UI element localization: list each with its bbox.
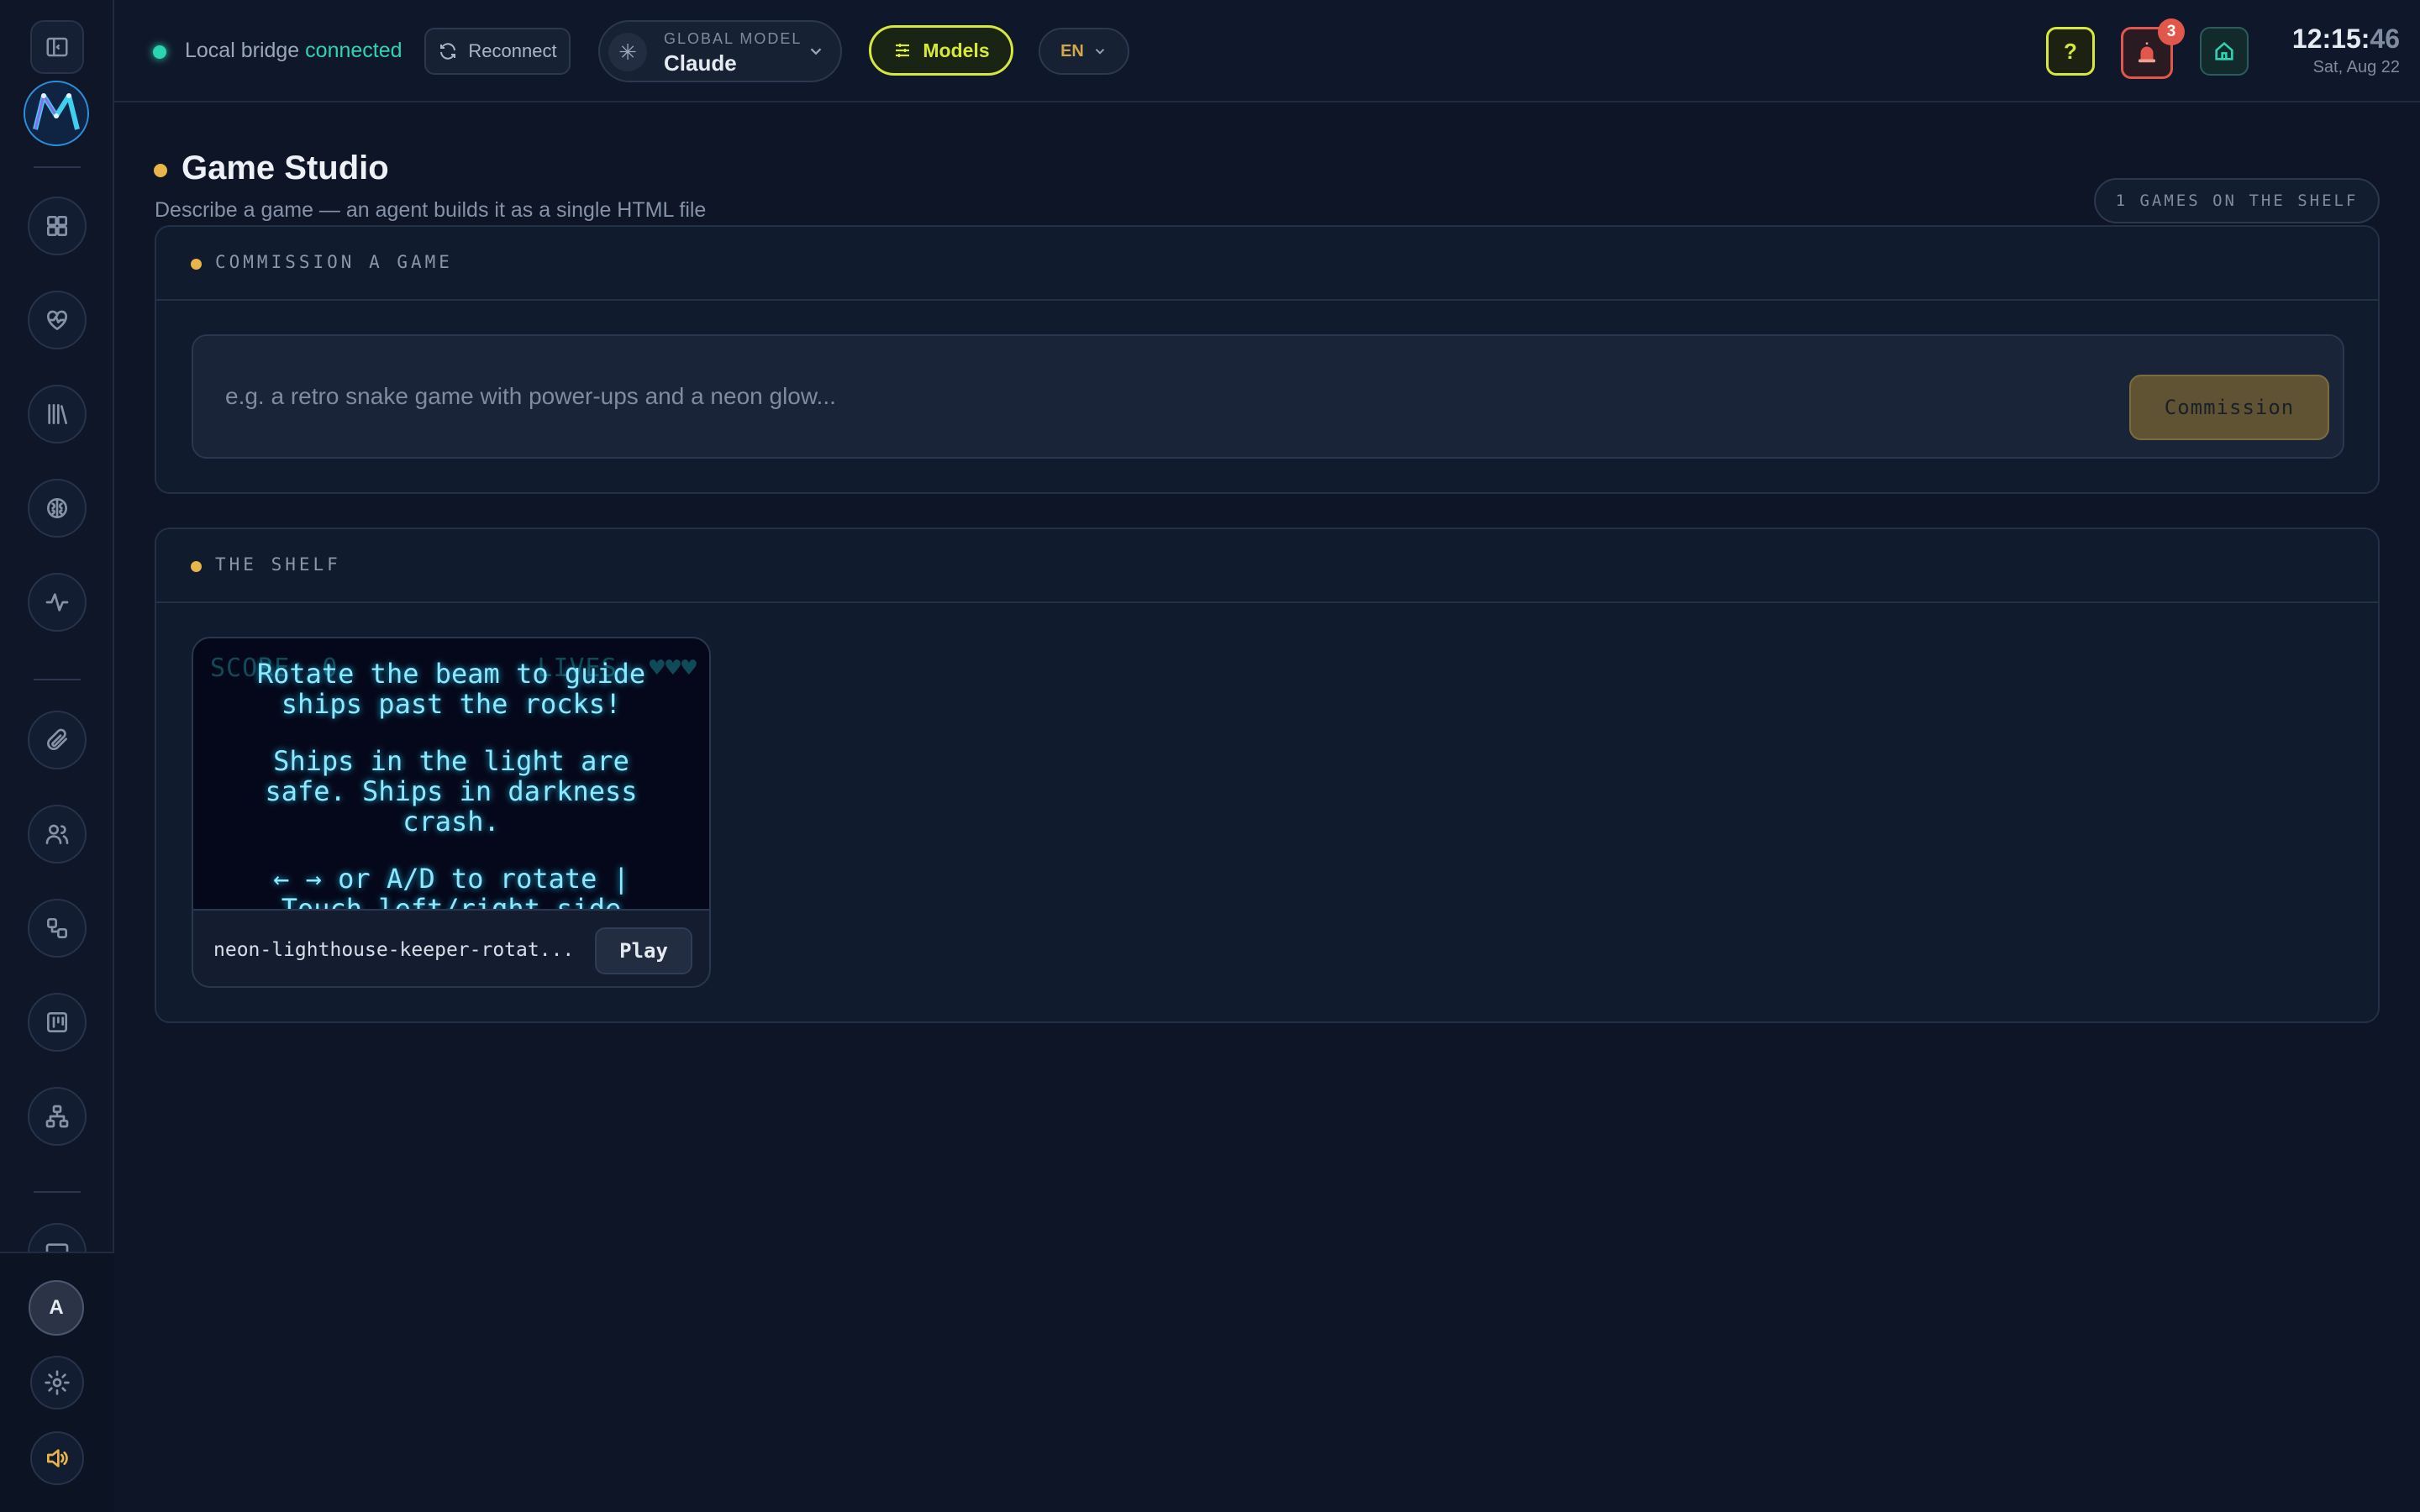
bridge-label: Local bridge xyxy=(185,39,300,62)
refresh-icon xyxy=(440,43,456,60)
global-model-label: GLOBAL MODEL xyxy=(664,30,802,47)
home-icon[interactable] xyxy=(2200,27,2249,76)
game-file-name: neon-lighthouse-keeper-rotat... xyxy=(213,939,575,961)
users-icon[interactable] xyxy=(28,805,87,864)
game-preview: SCORE: 0 LIVES: ♥♥♥ Rotate the beam to g… xyxy=(193,638,709,909)
models-button[interactable]: Models xyxy=(869,25,1013,76)
commission-input[interactable] xyxy=(193,336,2210,457)
workflow-icon[interactable] xyxy=(28,899,87,958)
avatar[interactable]: A xyxy=(29,1280,84,1336)
bridge-status: Local bridge connected xyxy=(185,39,402,63)
sidebar: A xyxy=(0,0,114,1512)
language-label: EN xyxy=(1060,41,1084,60)
game-preview-line: Ships in the light are safe. Ships in da… xyxy=(265,745,638,837)
commission-box: Commission xyxy=(192,334,2344,459)
settings-icon[interactable] xyxy=(30,1356,84,1410)
clock-date: Sat, Aug 22 xyxy=(2312,58,2400,76)
game-preview-instructions: Rotate the beam to guide ships past the … xyxy=(193,659,709,909)
panel-toggle-icon[interactable] xyxy=(30,20,84,74)
shelf-panel-header: THE SHELF xyxy=(156,529,2378,603)
global-model-selector[interactable]: ✳ GLOBAL MODEL Claude xyxy=(598,20,842,82)
grid-icon[interactable] xyxy=(28,197,87,255)
global-model-name: Claude xyxy=(664,50,737,76)
app-logo-icon xyxy=(24,81,89,146)
game-preview-line: Rotate the beam to guide ships past the … xyxy=(256,658,646,720)
game-preview-line: ← → or A/D to rotate | Touch left/right … xyxy=(273,863,629,909)
alert-count-badge: 3 xyxy=(2158,18,2185,45)
chevron-down-icon xyxy=(810,48,822,55)
commission-panel-header: COMMISSION A GAME xyxy=(156,227,2378,301)
reconnect-label: Reconnect xyxy=(468,40,557,61)
page-subtitle: Describe a game — an agent builds it as … xyxy=(155,198,707,222)
section-dot xyxy=(191,259,202,270)
activity-icon[interactable] xyxy=(28,573,87,632)
library-icon[interactable] xyxy=(28,385,87,444)
help-button[interactable]: ? xyxy=(2046,27,2095,76)
commission-panel: COMMISSION A GAME Commission xyxy=(155,225,2380,494)
commission-button[interactable]: Commission xyxy=(2129,375,2329,440)
volume-icon[interactable] xyxy=(30,1431,84,1485)
sparkle-icon: ✳ xyxy=(608,33,647,71)
reconnect-button[interactable]: Reconnect xyxy=(424,28,571,75)
heart-pulse-icon[interactable] xyxy=(28,291,87,349)
clock-time: 12:15:46 xyxy=(2275,24,2400,55)
sidebar-divider xyxy=(34,1191,81,1193)
sliders-icon xyxy=(896,44,910,57)
shelf-panel: THE SHELF SCORE: 0 LIVES: ♥♥♥ Rotate the… xyxy=(155,528,2380,1023)
game-card[interactable]: SCORE: 0 LIVES: ♥♥♥ Rotate the beam to g… xyxy=(192,637,711,988)
bridge-status-value: connected xyxy=(305,39,402,62)
commission-header-label: COMMISSION A GAME xyxy=(215,252,453,272)
language-selector[interactable]: EN xyxy=(1039,28,1129,75)
sidebar-divider xyxy=(34,166,81,168)
game-card-footer: neon-lighthouse-keeper-rotat... Play xyxy=(193,909,709,986)
paperclip-icon[interactable] xyxy=(28,711,87,769)
play-button[interactable]: Play xyxy=(595,927,692,974)
shelf-header-label: THE SHELF xyxy=(215,554,341,575)
kanban-icon[interactable] xyxy=(28,993,87,1052)
clock: 12:15:46 Sat, Aug 22 xyxy=(2275,24,2400,77)
connection-status-dot xyxy=(153,45,166,59)
clock-seconds: 46 xyxy=(2370,24,2400,54)
brain-icon[interactable] xyxy=(28,479,87,538)
network-icon[interactable] xyxy=(28,1087,87,1146)
clock-hour-minute: 12:15: xyxy=(2291,24,2370,54)
shelf-count-badge: 1 GAMES ON THE SHELF xyxy=(2094,178,2380,223)
section-dot xyxy=(191,561,202,572)
page-title: Game Studio xyxy=(182,150,389,186)
title-status-dot xyxy=(154,164,167,177)
chevron-down-icon xyxy=(1095,49,1105,55)
top-bar: Local bridge connected Reconnect ✳ GLOBA… xyxy=(114,0,2420,102)
sidebar-divider xyxy=(34,679,81,680)
models-label: Models xyxy=(923,39,990,61)
